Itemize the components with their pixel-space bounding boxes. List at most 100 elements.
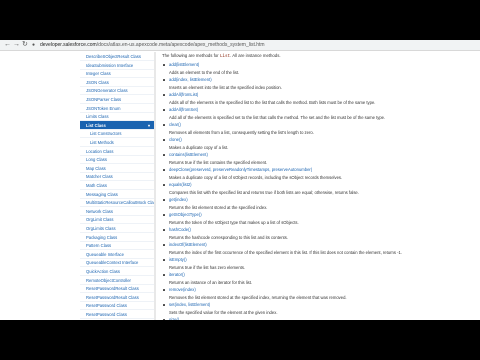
sidebar-item-label: MultiStaticResourceCalloutMock Class (86, 200, 154, 206)
sidebar-item-label: JSON Class (86, 79, 109, 85)
sidebar-item-label: ResetPasswordResult Class (86, 294, 139, 300)
sidebar-item-label: Limits Class (86, 114, 109, 120)
sidebar-item-label: Matcher Class (86, 174, 113, 180)
method-link[interactable]: clear() (169, 122, 181, 127)
sidebar-item-label: JSONParser Class (86, 97, 122, 102)
method-link[interactable]: add(listElement) (169, 62, 199, 67)
sidebar-item-label: Map Class (86, 165, 106, 171)
bullet-icon (163, 94, 165, 96)
method-description: Returns true if the list contains the sp… (169, 159, 268, 165)
sidebar-item-label: Long Class (86, 157, 107, 163)
url-host: developer.salesforce.com (40, 42, 97, 48)
method-description: Add all of the elements in specified set… (169, 114, 386, 120)
bullet-icon (163, 274, 165, 276)
method-description: Returns an instance of an iterator for t… (169, 279, 253, 285)
sidebar-item-label: Integer Class (86, 71, 111, 77)
method-link[interactable]: contains(listElement) (169, 152, 208, 157)
sidebar-scrollbar[interactable] (154, 52, 156, 320)
method-link[interactable]: iterator() (169, 272, 185, 277)
bullet-icon (163, 109, 165, 111)
sidebar-item-label: Messaging Class (86, 191, 118, 197)
url-path: /docs/atlas.en-us.apexcode.meta/apexcode… (96, 42, 265, 48)
method-description: Adds an element to the end of the list. (169, 69, 240, 75)
lock-icon: ● (32, 42, 36, 48)
method-link[interactable]: remove(index) (169, 287, 196, 292)
sidebar-item[interactable]: ResetPassword Class (80, 310, 154, 319)
bullet-icon (163, 304, 165, 306)
sidebar-item-label: RemoteObjectController (86, 277, 131, 283)
sidebar-item-label: IdeaSubmission Interface (86, 62, 134, 68)
method-description: Returns true if the list has zero elemen… (169, 264, 246, 270)
method-link[interactable]: indexOf(listElement) (169, 242, 207, 247)
method-description: Makes a duplicate copy of a list. (169, 144, 229, 150)
forward-icon[interactable]: → (13, 41, 20, 49)
sidebar-item-label: QueueableContext Interface (86, 260, 139, 266)
sidebar-item-label: ResetPasswordResult Class (86, 286, 139, 292)
intro-suffix: . All are instance methods. (230, 53, 281, 58)
method-link[interactable]: equals(list2) (169, 182, 192, 187)
sidebar-item-label: OrgLimits Class (86, 226, 116, 231)
intro-text: The following are methods for List. All … (162, 53, 281, 59)
method-link[interactable]: hashCode() (169, 227, 191, 232)
sidebar-item-label: OrgLimit Class (86, 217, 114, 223)
method-link[interactable]: clone() (169, 137, 182, 142)
method-link[interactable]: addAll(fromList) (169, 92, 198, 97)
method-link[interactable]: addAll(fromSet) (169, 107, 198, 112)
sidebar-item-label: List Constructors (90, 131, 122, 137)
method-description: Returns the list element stored at the s… (169, 204, 268, 210)
bullet-icon (163, 184, 165, 186)
method-description: Returns the token of the sObject type th… (169, 219, 299, 225)
bullet-icon (163, 319, 165, 320)
sidebar-item-label: ResetPassword Class (86, 312, 127, 317)
method-link[interactable]: get(index) (169, 197, 188, 202)
method-link[interactable]: getSObjectType() (169, 212, 202, 217)
method-description: Sets the specified value for the element… (169, 309, 278, 315)
method-description: Compares this list with the specified li… (169, 189, 359, 195)
sidebar-item-label: JSONGenerator Class (86, 88, 128, 94)
bullet-icon (163, 214, 165, 216)
sidebar-item-label: Queueable Interface (86, 251, 124, 257)
method-description: Makes a duplicate copy of a list of sObj… (169, 174, 343, 180)
method-description: Removes the list element stored at the s… (169, 294, 347, 300)
sidebar-item-label: QuickAction Class (86, 269, 120, 274)
sidebar-item-label: DescribeSObjectResult Class (86, 54, 141, 59)
bullet-icon (163, 124, 165, 126)
sidebar-item-label: ResetPassword Class (86, 303, 127, 309)
sidebar-item-label: Network Class (86, 208, 113, 214)
method-description: Returns the hashcode corresponding to th… (169, 234, 288, 240)
bullet-icon (163, 139, 165, 141)
method-link[interactable]: isEmpty() (169, 257, 187, 262)
method-link[interactable]: add(index, listElement) (169, 77, 212, 82)
browser-viewport: ← → ↻ ● developer.salesforce.com/docs/at… (0, 40, 480, 320)
bullet-icon (163, 229, 165, 231)
sidebar-item-label: List Methods (90, 140, 114, 145)
sidebar-item-label: Packaging Class (86, 234, 118, 240)
browser-address-bar[interactable]: ← → ↻ ● developer.salesforce.com/docs/at… (0, 40, 480, 51)
method-description: Removes all elements from a list, conseq… (169, 129, 314, 135)
method-link[interactable]: set(index, listElement) (169, 302, 210, 307)
back-icon[interactable]: ← (4, 41, 11, 49)
bullet-icon (163, 199, 165, 201)
bullet-icon (163, 79, 165, 81)
sidebar-item-label: Location Class (86, 148, 114, 154)
method-description: Returns the index of the first occurrenc… (169, 249, 402, 255)
intro-prefix: The following are methods for (162, 53, 219, 58)
intro-code: List (219, 54, 231, 59)
bullet-icon (163, 64, 165, 66)
bullet-icon (163, 259, 165, 261)
bullet-icon (163, 154, 165, 156)
bullet-icon (163, 289, 165, 291)
sidebar-item-label: List Class (86, 122, 106, 128)
bullet-icon (163, 169, 165, 171)
method-description: Inserts an element into the list at the … (169, 84, 282, 90)
reload-icon[interactable]: ↻ (22, 41, 28, 49)
doc-sidebar: DescribeSObjectResult Class IdeaSubmissio… (80, 52, 154, 320)
sidebar-item-label: Math Class (86, 183, 107, 188)
url-text[interactable]: developer.salesforce.com/docs/atlas.en-u… (40, 41, 470, 49)
sidebar-item-label: JSONToken Enum (86, 105, 121, 111)
method-link[interactable]: size() (169, 317, 179, 320)
bullet-icon (163, 244, 165, 246)
method-description: Adds all of the elements in the specifie… (169, 99, 376, 105)
sidebar-item-label: Pattern Class (86, 243, 112, 249)
method-link[interactable]: deepClone(preserveId, preserveReadonlyTi… (169, 167, 312, 172)
